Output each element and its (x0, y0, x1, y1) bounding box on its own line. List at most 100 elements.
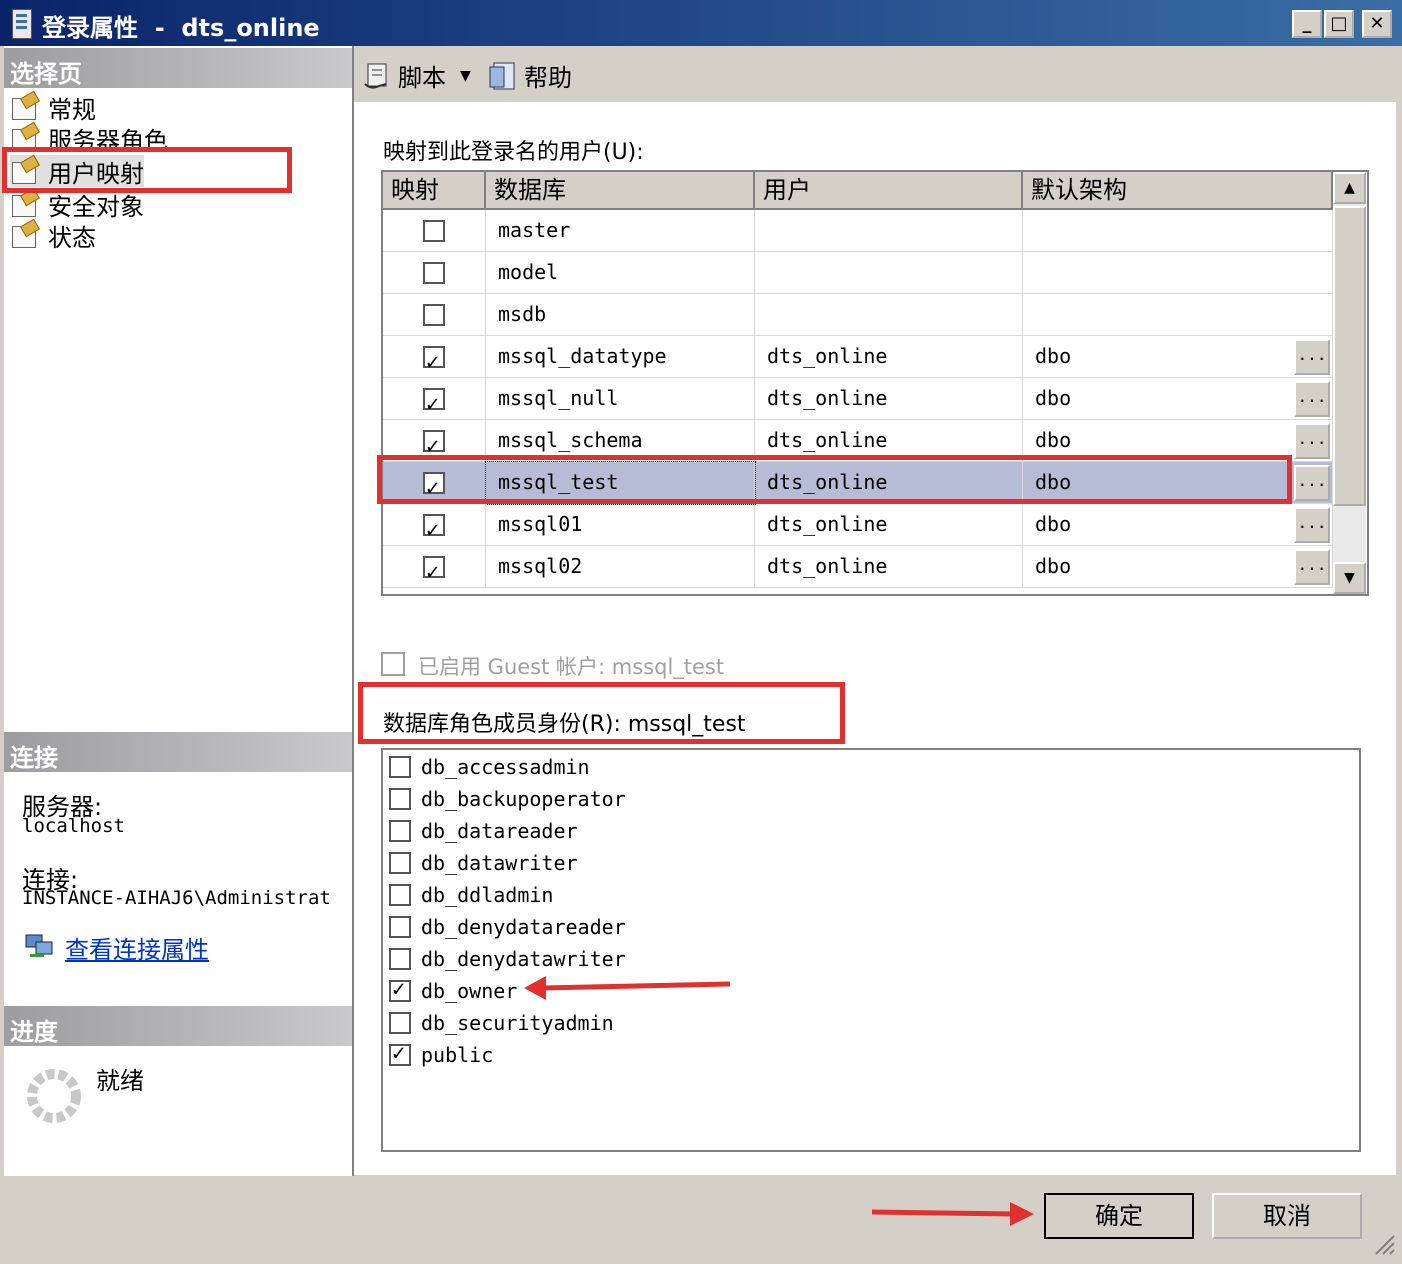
role-item[interactable]: db_backupoperator (389, 784, 626, 814)
table-row[interactable]: mssql02 dts_online dbo... (383, 546, 1333, 593)
role-checkbox[interactable] (389, 948, 411, 970)
column-header-user[interactable]: 用户 (755, 172, 1023, 210)
role-item[interactable]: db_ddladmin (389, 880, 553, 910)
cell-default-schema[interactable]: dbo... (1023, 504, 1333, 546)
cell-user[interactable] (755, 210, 1023, 252)
cell-database[interactable]: model (486, 252, 755, 294)
view-connection-properties-link[interactable]: 查看连接属性 (65, 930, 209, 965)
schema-browse-button[interactable]: ... (1294, 339, 1330, 375)
ok-button[interactable]: 确定 (1044, 1193, 1194, 1239)
page-item-general[interactable]: 常规 (10, 91, 96, 124)
role-item[interactable]: public (389, 1040, 493, 1070)
cell-default-schema-text: dbo (1035, 554, 1072, 578)
arrow-to-ok-button (871, 1202, 1034, 1226)
cell-user[interactable]: dts_online (755, 546, 1023, 588)
map-checkbox[interactable] (423, 427, 445, 467)
help-label: 帮助 (524, 64, 572, 92)
cell-user[interactable] (755, 294, 1023, 336)
grid-vertical-scrollbar[interactable]: ▲ ▼ (1333, 172, 1366, 594)
cell-default-schema-text: dbo (1035, 512, 1072, 536)
role-item[interactable]: db_securityadmin (389, 1008, 614, 1038)
help-icon (488, 60, 520, 92)
cell-user[interactable] (755, 252, 1023, 294)
role-checkbox[interactable] (389, 884, 411, 906)
role-label: db_backupoperator (421, 787, 626, 811)
cell-default-schema[interactable]: dbo... (1023, 546, 1333, 588)
role-item[interactable]: db_denydatareader (389, 912, 626, 942)
role-item[interactable]: db_accessadmin (389, 752, 590, 782)
role-checkbox[interactable] (389, 852, 411, 874)
cell-database-text: mssql_datatype (498, 344, 667, 368)
arrow-to-db-owner (524, 976, 731, 1000)
map-checkbox[interactable] (423, 385, 445, 425)
cell-default-schema[interactable] (1023, 252, 1333, 294)
cell-user[interactable]: dts_online (755, 504, 1023, 546)
map-checkbox[interactable] (423, 220, 445, 242)
scroll-thumb[interactable] (1333, 206, 1366, 506)
map-checkbox[interactable] (423, 262, 445, 284)
cell-database[interactable]: mssql_datatype (486, 336, 755, 378)
script-button[interactable]: 脚本 ▼ (362, 58, 471, 93)
map-checkbox[interactable] (423, 553, 445, 593)
window-icon (12, 9, 32, 39)
table-row[interactable]: master (383, 210, 1333, 252)
role-item[interactable]: db_owner (389, 976, 517, 1006)
table-row[interactable]: model (383, 252, 1333, 294)
schema-browse-button[interactable]: ... (1294, 423, 1330, 459)
role-checkbox[interactable] (389, 977, 411, 1002)
schema-browse-button[interactable]: ... (1294, 465, 1330, 501)
cell-database[interactable]: mssql_null (486, 378, 755, 420)
cell-user[interactable]: dts_online (755, 336, 1023, 378)
role-label: db_ddladmin (421, 883, 554, 907)
highlight-box-user-mapping (2, 147, 292, 193)
role-label: db_owner (421, 979, 518, 1003)
cell-default-schema[interactable] (1023, 210, 1333, 252)
scroll-up-button[interactable]: ▲ (1333, 172, 1366, 204)
cell-default-schema-text: dbo (1035, 386, 1072, 410)
cell-database[interactable]: msdb (486, 294, 755, 336)
cell-default-schema[interactable]: dbo... (1023, 378, 1333, 420)
help-button[interactable]: 帮助 (488, 58, 572, 93)
cancel-button[interactable]: 取消 (1212, 1193, 1362, 1239)
table-row[interactable]: mssql_datatype dts_online dbo... (383, 336, 1333, 383)
role-checkbox[interactable] (389, 756, 411, 778)
cell-default-schema[interactable]: dbo... (1023, 336, 1333, 378)
schema-browse-button[interactable]: ... (1294, 549, 1330, 585)
cell-database[interactable]: master (486, 210, 755, 252)
role-checkbox[interactable] (389, 1041, 411, 1066)
page-item-label: 常规 (48, 95, 96, 124)
role-checkbox[interactable] (389, 916, 411, 938)
table-row[interactable]: mssql01 dts_online dbo... (383, 504, 1333, 551)
column-header-map[interactable]: 映射 (383, 172, 486, 210)
cell-default-schema[interactable] (1023, 294, 1333, 336)
map-checkbox[interactable] (423, 343, 445, 383)
cell-database[interactable]: mssql02 (486, 546, 755, 588)
schema-browse-button[interactable]: ... (1294, 381, 1330, 417)
role-item[interactable]: db_datawriter (389, 848, 578, 878)
map-checkbox[interactable] (423, 511, 445, 551)
cell-user[interactable]: dts_online (755, 378, 1023, 420)
role-item[interactable]: db_datareader (389, 816, 578, 846)
chevron-down-icon[interactable]: ▼ (460, 68, 471, 84)
minimize-button[interactable]: _ (1292, 10, 1322, 38)
cell-database-text: mssql_schema (498, 428, 643, 452)
table-row[interactable]: msdb (383, 294, 1333, 336)
cell-default-schema-text: dbo (1035, 428, 1072, 452)
role-checkbox[interactable] (389, 788, 411, 810)
column-header-database[interactable]: 数据库 (486, 172, 755, 210)
map-checkbox[interactable] (423, 304, 445, 326)
close-button[interactable]: ✕ (1362, 10, 1392, 38)
progress-status: 就绪 (96, 1067, 144, 1095)
scroll-down-button[interactable]: ▼ (1333, 562, 1366, 594)
schema-browse-button[interactable]: ... (1294, 507, 1330, 543)
column-header-default-schema[interactable]: 默认架构 (1023, 172, 1333, 210)
page-item-status[interactable]: 状态 (10, 219, 96, 252)
cell-database[interactable]: mssql01 (486, 504, 755, 546)
resize-grip-icon[interactable] (1372, 1232, 1396, 1256)
role-checkbox[interactable] (389, 1012, 411, 1034)
cell-map (383, 504, 486, 551)
maximize-button[interactable]: □ (1324, 10, 1354, 38)
role-label: public (421, 1043, 494, 1067)
role-checkbox[interactable] (389, 820, 411, 842)
table-row[interactable]: mssql_null dts_online dbo... (383, 378, 1333, 425)
